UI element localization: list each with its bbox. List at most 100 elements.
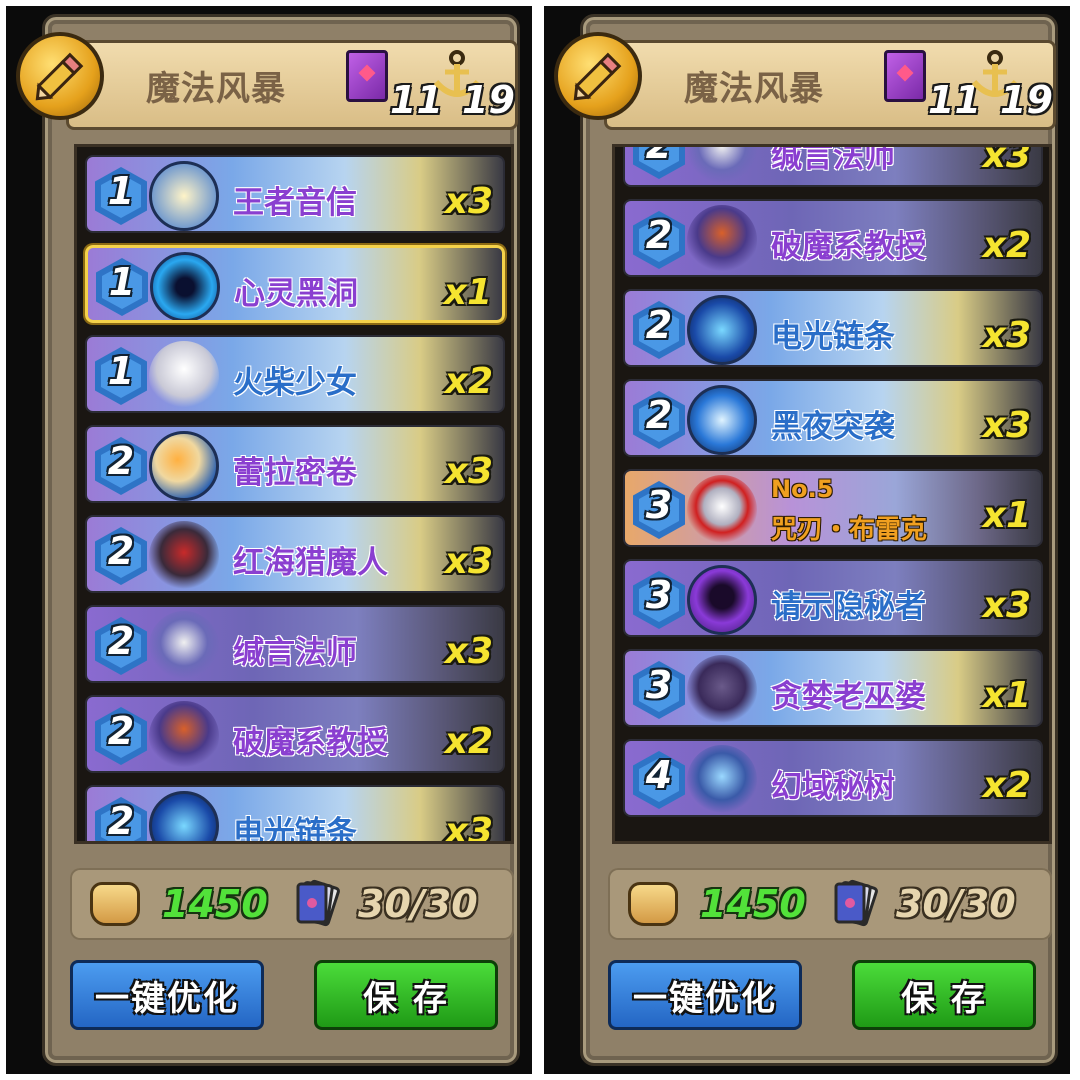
card-row[interactable]: 4 幻域秘树 x2 <box>623 739 1043 817</box>
card-name: 缄言法师 <box>233 635 357 671</box>
card-count: x3 <box>444 631 493 672</box>
card-name: 咒刃・布雷克 <box>771 515 928 545</box>
card-count: x1 <box>982 675 1031 716</box>
card-row[interactable]: 1 火柴少女 x2 <box>85 335 505 413</box>
card-row[interactable]: 3 请示隐秘者 x3 <box>623 559 1043 637</box>
card-name: 缄言法师 <box>771 144 895 175</box>
fist-icon <box>90 882 140 926</box>
card-count: x1 <box>443 272 492 313</box>
witch-portrait <box>687 655 757 725</box>
card-name: 红海猎魔人 <box>233 545 388 581</box>
card-name: 幻域秘树 <box>771 769 895 805</box>
card-cost: 2 <box>107 619 135 663</box>
match-girl-portrait <box>149 341 219 411</box>
professor-portrait <box>687 205 757 275</box>
card-row[interactable]: 2 电光链条 x3 <box>623 289 1043 367</box>
card-row-selected[interactable]: 1 心灵黑洞 x1 <box>85 245 505 323</box>
silent-mage-portrait <box>149 611 219 681</box>
deck-screen-right: 魔法风暴 11 19 2 缄言法师 x3 2 破魔系教授 x2 2 电光链条 x… <box>544 6 1070 1074</box>
card-stack-icon <box>834 879 878 927</box>
card-list[interactable]: 2 缄言法师 x3 2 破魔系教授 x2 2 电光链条 x3 2 黑夜突袭 x3… <box>612 144 1052 844</box>
card-count: x3 <box>444 541 493 582</box>
scroll-icon <box>149 431 219 501</box>
card-row[interactable]: 2 电光链条 x3 <box>85 785 505 844</box>
hooded-figure-icon <box>687 565 757 635</box>
card-name: 破魔系教授 <box>771 229 926 265</box>
card-name: 心灵黑洞 <box>234 276 358 312</box>
card-name: 蕾拉密卷 <box>233 455 357 491</box>
auto-optimize-button[interactable]: 一键优化 <box>70 960 264 1030</box>
card-list[interactable]: 1 王者音信 x3 1 心灵黑洞 x1 1 火柴少女 x2 2 蕾拉密卷 x3 … <box>74 144 514 844</box>
card-row[interactable]: 3 贪婪老巫婆 x1 <box>623 649 1043 727</box>
pencil-icon <box>573 52 622 101</box>
fist-icon <box>628 882 678 926</box>
card-name: 电光链条 <box>233 815 357 844</box>
card-count: x2 <box>444 721 493 762</box>
deck-title: 魔法风暴 <box>146 69 286 109</box>
lightning-chain-icon <box>149 791 219 841</box>
card-row[interactable]: 2 破魔系教授 x2 <box>623 199 1043 277</box>
card-row[interactable]: 2 红海猎魔人 x3 <box>85 515 505 593</box>
card-cost: 3 <box>645 483 673 527</box>
pencil-icon <box>35 52 84 101</box>
anchor-count: 19 <box>1000 78 1053 122</box>
card-cost: 2 <box>107 709 135 753</box>
card-cost: 2 <box>645 144 673 167</box>
card-row[interactable]: 2 缄言法师 x3 <box>85 605 505 683</box>
curse-blade-portrait <box>687 475 757 545</box>
card-count: x2 <box>982 765 1031 806</box>
anchor-count: 19 <box>462 78 515 122</box>
deck-stats-bar: 1450 30/30 <box>70 868 514 940</box>
mystic-tree-portrait <box>687 745 757 815</box>
card-count: x3 <box>982 405 1031 446</box>
card-row-legendary[interactable]: 3 No.5 咒刃・布雷克 x1 <box>623 469 1043 547</box>
silent-mage-portrait <box>687 147 757 185</box>
edit-deck-button[interactable] <box>16 32 104 120</box>
deck-screen-left: 魔法风暴 11 19 1 王者音信 x3 1 心灵黑洞 x1 1 火柴少女 x2… <box>6 6 532 1074</box>
card-row[interactable]: 2 破魔系教授 x2 <box>85 695 505 773</box>
card-count: x3 <box>444 811 493 844</box>
card-stack-icon <box>296 879 340 927</box>
spellbook-icon <box>884 50 926 102</box>
deck-stats-bar: 1450 30/30 <box>608 868 1052 940</box>
deck-title: 魔法风暴 <box>684 69 824 109</box>
card-count: x3 <box>982 144 1031 176</box>
card-row[interactable]: 1 王者音信 x3 <box>85 155 505 233</box>
deck-card-count: 30/30 <box>358 882 478 926</box>
card-count: x2 <box>982 225 1031 266</box>
card-cost: 3 <box>645 663 673 707</box>
card-name: 黑夜突袭 <box>771 409 895 445</box>
card-name: 贪婪老巫婆 <box>771 679 926 715</box>
card-cost: 2 <box>645 393 673 437</box>
card-count: x1 <box>982 495 1031 536</box>
card-row[interactable]: 2 蕾拉密卷 x3 <box>85 425 505 503</box>
card-cost: 4 <box>645 753 673 797</box>
card-name: 电光链条 <box>771 319 895 355</box>
save-button[interactable]: 保 存 <box>314 960 498 1030</box>
card-cost: 3 <box>645 573 673 617</box>
lightning-chain-icon <box>687 295 757 365</box>
edit-deck-button[interactable] <box>554 32 642 120</box>
deck-power: 1450 <box>700 882 806 926</box>
card-cost: 2 <box>107 439 135 483</box>
deck-power: 1450 <box>162 882 268 926</box>
card-row[interactable]: 2 缄言法师 x3 <box>623 144 1043 187</box>
card-count: x3 <box>444 181 493 222</box>
deck-card-count: 30/30 <box>896 882 1016 926</box>
sail-ship-icon <box>149 161 219 231</box>
card-row[interactable]: 2 黑夜突袭 x3 <box>623 379 1043 457</box>
card-name: 王者音信 <box>233 185 357 221</box>
card-cost: 2 <box>645 213 673 257</box>
spellbook-icon <box>346 50 388 102</box>
save-button[interactable]: 保 存 <box>852 960 1036 1030</box>
professor-portrait <box>149 701 219 771</box>
card-name: 请示隐秘者 <box>771 589 926 625</box>
black-hole-icon <box>150 252 220 320</box>
card-cost: 2 <box>107 529 135 573</box>
card-cost: 2 <box>107 799 135 843</box>
auto-optimize-button[interactable]: 一键优化 <box>608 960 802 1030</box>
card-cost: 1 <box>107 349 135 393</box>
legend-number: No.5 <box>771 475 834 503</box>
night-raid-icon <box>687 385 757 455</box>
card-count: x3 <box>444 451 493 492</box>
